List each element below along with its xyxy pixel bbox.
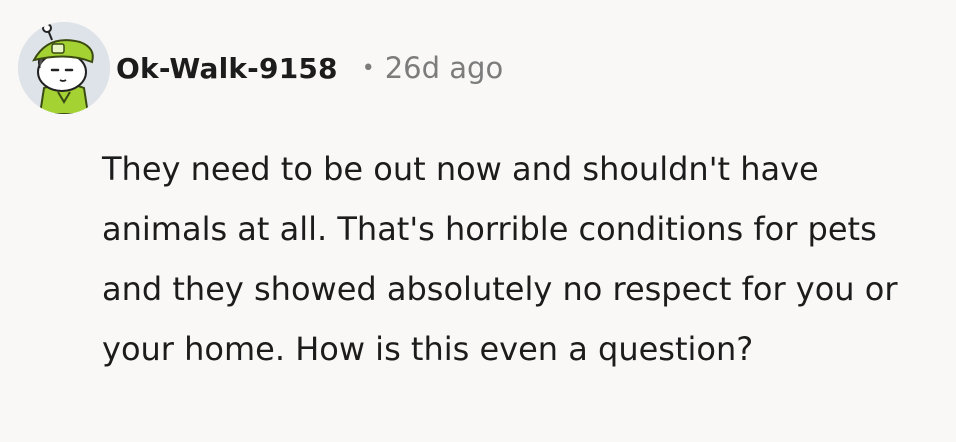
comment-header: Ok-Walk-9158 • 26d ago — [18, 22, 503, 114]
comment-body: They need to be out now and shouldn't ha… — [102, 150, 898, 368]
author-username[interactable]: Ok-Walk-9158 — [116, 52, 338, 85]
comment: Ok-Walk-9158 • 26d ago They need to be o… — [0, 0, 956, 442]
snoo-avatar-icon — [18, 22, 110, 114]
meta-separator: • — [361, 55, 375, 81]
avatar[interactable] — [18, 22, 110, 114]
comment-timestamp[interactable]: 26d ago — [385, 51, 503, 85]
